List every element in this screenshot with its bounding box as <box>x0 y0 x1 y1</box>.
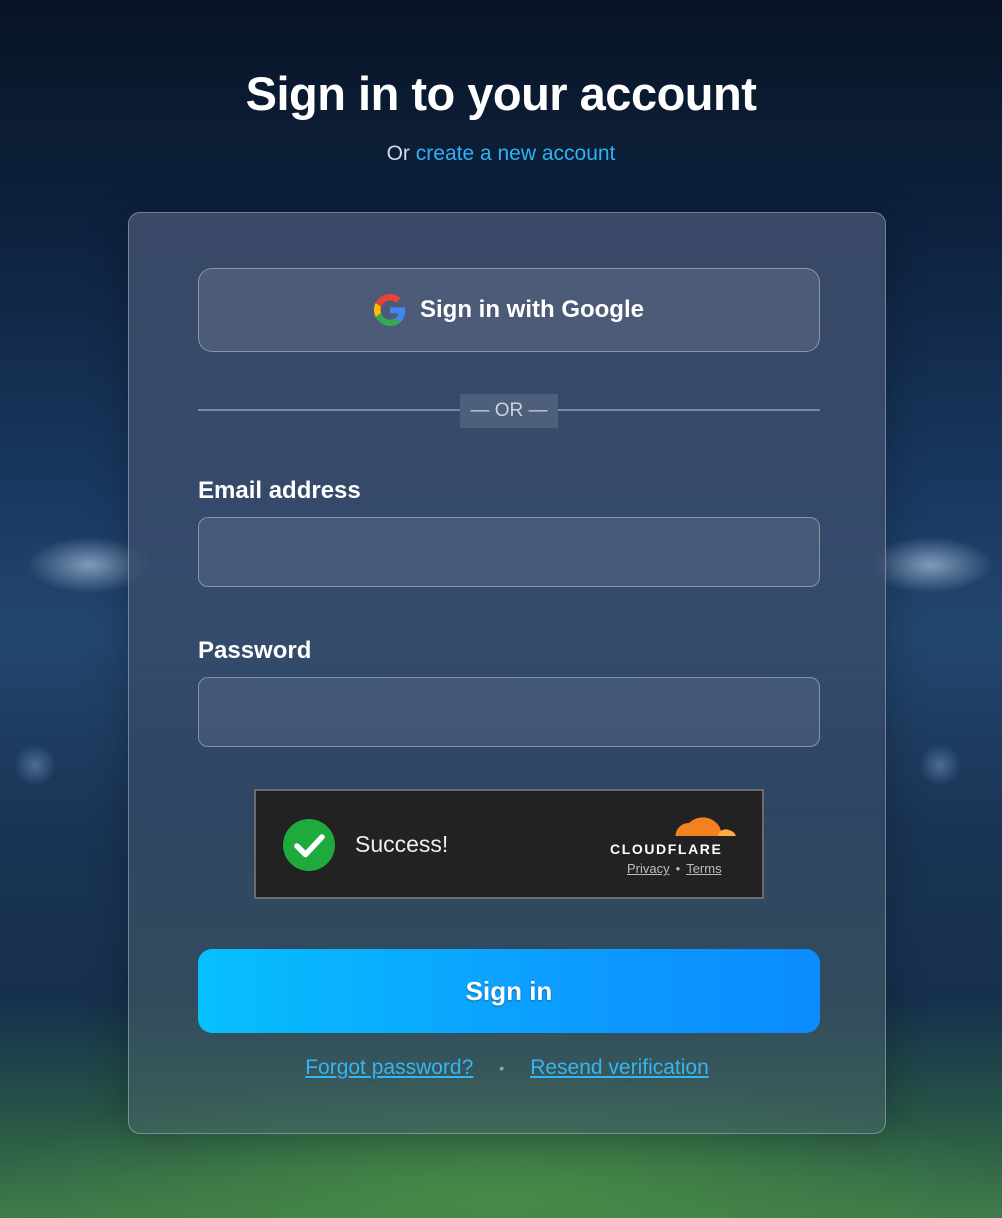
captcha-status-text: Success! <box>355 831 449 857</box>
subtitle-prefix: Or <box>386 142 410 165</box>
google-signin-button[interactable]: Sign in with Google <box>198 268 820 352</box>
email-input[interactable] <box>198 517 820 587</box>
cloudflare-captcha-widget[interactable]: Success! CLOUDFLARE Privacy • Terms <box>254 789 764 899</box>
password-input[interactable] <box>198 677 820 747</box>
page-subtitle: Or create a new account <box>0 142 1002 166</box>
create-account-link[interactable]: create a new account <box>416 142 616 165</box>
check-circle-icon <box>283 819 335 871</box>
forgot-password-link[interactable]: Forgot password? <box>305 1056 473 1079</box>
google-signin-label: Sign in with Google <box>420 296 644 323</box>
email-label: Email address <box>198 477 361 504</box>
captcha-links: Privacy • Terms <box>627 861 722 876</box>
captcha-terms-link[interactable]: Terms <box>686 861 721 876</box>
signin-button[interactable]: Sign in <box>198 949 820 1033</box>
page-title: Sign in to your account <box>245 67 757 120</box>
password-label: Password <box>198 637 312 664</box>
signin-card: Sign in with Google — OR — Email address… <box>128 212 886 1134</box>
resend-verification-link[interactable]: Resend verification <box>530 1056 709 1079</box>
footer-links: Forgot password? • Resend verification <box>129 1056 885 1080</box>
cloudflare-wordmark: CLOUDFLARE <box>610 841 723 857</box>
or-divider: — OR — <box>460 394 558 428</box>
google-icon <box>374 294 406 326</box>
captcha-privacy-link[interactable]: Privacy <box>627 861 670 876</box>
footer-link-separator: • <box>499 1060 505 1077</box>
captcha-link-separator: • <box>675 861 681 876</box>
